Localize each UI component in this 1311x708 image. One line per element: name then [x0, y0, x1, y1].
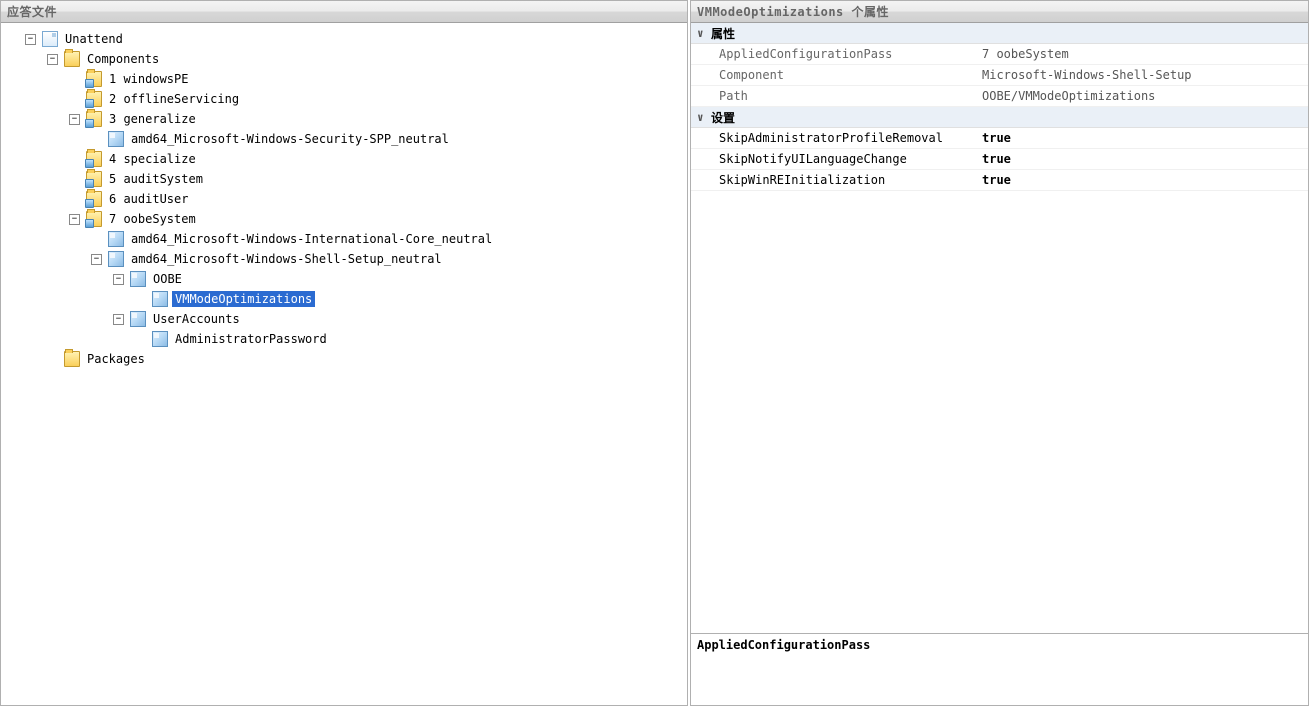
prop-row-appliedconfigurationpass[interactable]: AppliedConfigurationPass 7 oobeSystem [691, 44, 1308, 65]
node-label: amd64_Microsoft-Windows-Security-SPP_neu… [128, 131, 452, 147]
tree-node-pass-offlineservicing[interactable]: 2 offlineServicing [5, 89, 683, 109]
folder-icon [64, 51, 80, 67]
node-label: 4 specialize [106, 151, 199, 167]
component-icon [130, 311, 146, 327]
properties-panel: VMModeOptimizations 个属性 ∨ 属性 AppliedConf… [690, 0, 1309, 706]
prop-row-skipadministratorprofileremoval[interactable]: SkipAdministratorProfileRemoval true [691, 128, 1308, 149]
folder-icon [64, 351, 80, 367]
pass-folder-icon [86, 111, 102, 127]
node-label: Components [84, 51, 162, 67]
node-label: Packages [84, 351, 148, 367]
node-label: 3 generalize [106, 111, 199, 127]
pass-folder-icon [86, 151, 102, 167]
tree-node-pass-audituser[interactable]: 6 auditUser [5, 189, 683, 209]
expander-icon[interactable]: − [91, 254, 102, 265]
expander-icon[interactable]: − [113, 314, 124, 325]
expander-icon[interactable]: − [113, 274, 124, 285]
component-icon [108, 131, 124, 147]
tree-node-pass-windowspe[interactable]: 1 windowsPE [5, 69, 683, 89]
tree-node-components[interactable]: − Components [5, 49, 683, 69]
pass-folder-icon [86, 191, 102, 207]
tree-node-unattend[interactable]: − Unattend [5, 29, 683, 49]
node-label-selected: VMModeOptimizations [172, 291, 315, 307]
prop-name: Path [691, 89, 976, 103]
expander-icon[interactable]: − [69, 114, 80, 125]
node-label: 5 auditSystem [106, 171, 206, 187]
prop-value: 7 oobeSystem [976, 47, 1308, 61]
pass-folder-icon [86, 71, 102, 87]
properties-title: VMModeOptimizations 个属性 [691, 1, 1308, 23]
group-header-settings[interactable]: ∨ 设置 [691, 107, 1308, 128]
component-icon [152, 331, 168, 347]
tree-node-oobe[interactable]: − OOBE [5, 269, 683, 289]
node-label: OOBE [150, 271, 185, 287]
prop-value[interactable]: true [976, 152, 1308, 166]
prop-value[interactable]: true [976, 131, 1308, 145]
tree-node-packages[interactable]: Packages [5, 349, 683, 369]
prop-name: SkipWinREInitialization [691, 173, 976, 187]
prop-row-skipnotifyuilanguagechange[interactable]: SkipNotifyUILanguageChange true [691, 149, 1308, 170]
xml-file-icon [42, 31, 58, 47]
node-label: Unattend [62, 31, 126, 47]
expander-icon[interactable]: − [47, 54, 58, 65]
answer-file-panel: 应答文件 − Unattend − [0, 0, 688, 706]
group-label: 属性 [711, 25, 735, 42]
properties-grid[interactable]: ∨ 属性 AppliedConfigurationPass 7 oobeSyst… [691, 23, 1308, 633]
node-label: AdministratorPassword [172, 331, 330, 347]
group-header-attributes[interactable]: ∨ 属性 [691, 23, 1308, 44]
node-label: 1 windowsPE [106, 71, 191, 87]
chevron-down-icon[interactable]: ∨ [697, 27, 711, 40]
tree-node-pass-specialize[interactable]: 4 specialize [5, 149, 683, 169]
prop-name: SkipAdministratorProfileRemoval [691, 131, 976, 145]
chevron-down-icon[interactable]: ∨ [697, 111, 711, 124]
node-label: amd64_Microsoft-Windows-International-Co… [128, 231, 495, 247]
tree-node-pass-generalize[interactable]: − 3 generalize [5, 109, 683, 129]
node-label: amd64_Microsoft-Windows-Shell-Setup_neut… [128, 251, 445, 267]
prop-name: AppliedConfigurationPass [691, 47, 976, 61]
tree-view[interactable]: − Unattend − Components [1, 23, 687, 705]
node-label: 2 offlineServicing [106, 91, 242, 107]
node-label: 6 auditUser [106, 191, 191, 207]
node-label: 7 oobeSystem [106, 211, 199, 227]
prop-name: SkipNotifyUILanguageChange [691, 152, 976, 166]
expander-icon[interactable]: − [69, 214, 80, 225]
component-icon [130, 271, 146, 287]
tree-node-component-shell[interactable]: − amd64_Microsoft-Windows-Shell-Setup_ne… [5, 249, 683, 269]
pass-folder-icon [86, 91, 102, 107]
tree-node-pass-auditsystem[interactable]: 5 auditSystem [5, 169, 683, 189]
tree-node-pass-oobesystem[interactable]: − 7 oobeSystem [5, 209, 683, 229]
group-label: 设置 [711, 109, 735, 126]
pass-folder-icon [86, 211, 102, 227]
tree-node-vmmodeoptimizations[interactable]: VMModeOptimizations [5, 289, 683, 309]
answer-file-title: 应答文件 [1, 1, 687, 23]
prop-name: Component [691, 68, 976, 82]
description-title: AppliedConfigurationPass [697, 638, 1302, 652]
description-box: AppliedConfigurationPass [691, 633, 1308, 705]
tree-node-component-intl[interactable]: amd64_Microsoft-Windows-International-Co… [5, 229, 683, 249]
tree-node-adminpassword[interactable]: AdministratorPassword [5, 329, 683, 349]
component-icon [152, 291, 168, 307]
expander-icon[interactable]: − [25, 34, 36, 45]
node-label: UserAccounts [150, 311, 243, 327]
component-icon [108, 231, 124, 247]
prop-row-path[interactable]: Path OOBE/VMModeOptimizations [691, 86, 1308, 107]
prop-row-component[interactable]: Component Microsoft-Windows-Shell-Setup [691, 65, 1308, 86]
pass-folder-icon [86, 171, 102, 187]
prop-value[interactable]: true [976, 173, 1308, 187]
component-icon [108, 251, 124, 267]
tree-node-component-spp[interactable]: amd64_Microsoft-Windows-Security-SPP_neu… [5, 129, 683, 149]
prop-value: OOBE/VMModeOptimizations [976, 89, 1308, 103]
tree-node-useraccounts[interactable]: − UserAccounts [5, 309, 683, 329]
prop-value: Microsoft-Windows-Shell-Setup [976, 68, 1308, 82]
prop-row-skipwinreinitialization[interactable]: SkipWinREInitialization true [691, 170, 1308, 191]
